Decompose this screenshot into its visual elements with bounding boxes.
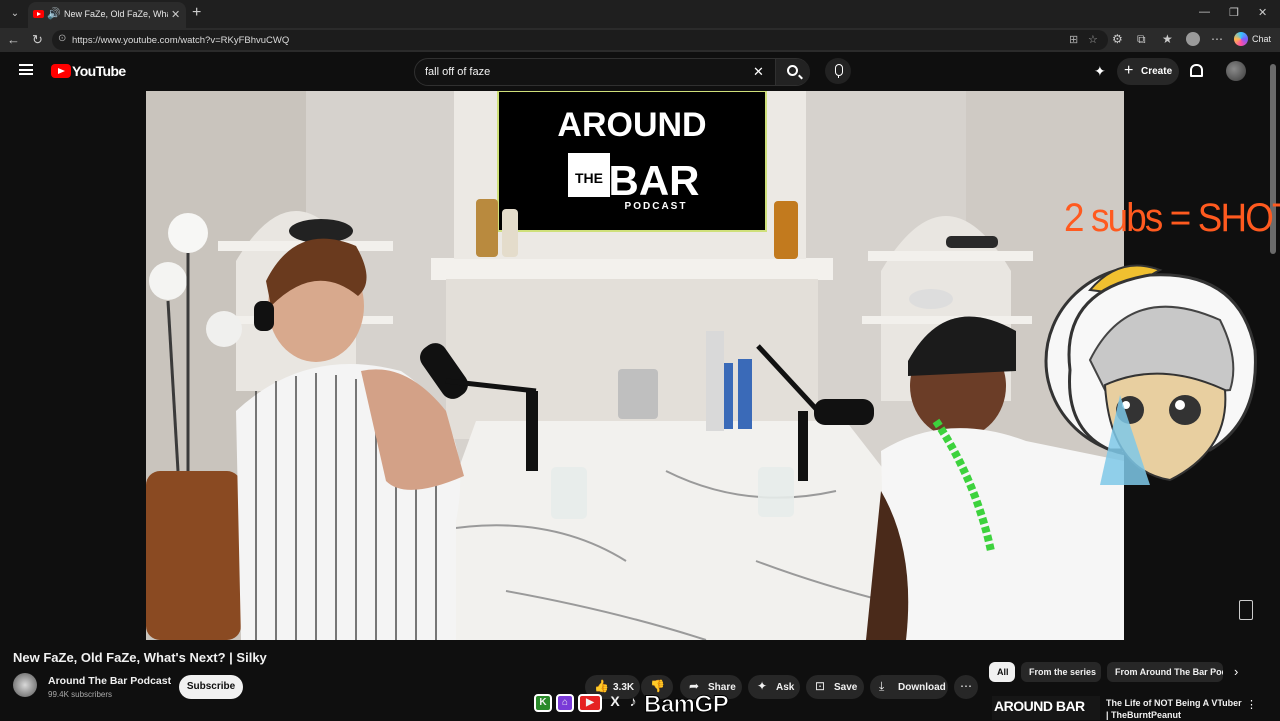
plus-icon: +	[1124, 62, 1134, 79]
channel-avatar[interactable]	[13, 673, 37, 697]
favorite-star-icon[interactable]: ☆	[1088, 33, 1098, 46]
search-box[interactable]: fall off of faze ✕	[414, 58, 810, 86]
close-window-button[interactable]: ✕	[1258, 6, 1267, 19]
tv-text-bar: BAR	[609, 157, 700, 204]
download-icon: ⤓	[879, 679, 885, 693]
cartoon-mascot	[1067, 264, 1257, 485]
copilot-chat-button[interactable]: Chat	[1232, 31, 1276, 48]
url-text: https://www.youtube.com/watch?v=RKyFBhvu…	[72, 35, 290, 46]
youtube-favicon-icon	[33, 10, 44, 18]
tiktok-icon: ♪	[629, 693, 637, 709]
chip-from-channel[interactable]: From Around The Bar Podcast	[1107, 662, 1223, 682]
close-tab-icon[interactable]: ✕	[171, 8, 180, 21]
ask-label: Ask	[776, 682, 795, 693]
channel-name[interactable]: Around The Bar Podcast	[48, 675, 171, 687]
video-frame: AROUND THE BAR PODCAST	[146, 91, 1124, 640]
restore-button[interactable]: ❐	[1229, 6, 1239, 19]
bookmark-icon: ⊡	[815, 679, 826, 693]
create-label: Create	[1141, 66, 1173, 77]
address-bar[interactable]: ⊙ https://www.youtube.com/watch?v=RKyFBh…	[52, 30, 1108, 50]
tab-title: New FaZe, Old FaZe, What's Next? | Silky…	[64, 9, 168, 19]
account-avatar[interactable]	[1226, 61, 1246, 81]
guide-menu-icon[interactable]	[19, 64, 33, 75]
browser-profile-avatar[interactable]	[1186, 32, 1200, 46]
premium-sparkle-icon[interactable]: ✦	[1094, 63, 1106, 80]
copilot-icon	[1234, 32, 1248, 46]
streamer-name: BamGP	[643, 691, 729, 719]
ask-button[interactable]: ✦ Ask	[748, 675, 800, 699]
address-toolbar: ← ↻ ⊙ https://www.youtube.com/watch?v=RK…	[0, 28, 1280, 52]
search-input[interactable]: fall off of faze	[425, 66, 490, 78]
x-icon: X	[610, 693, 620, 709]
favorites-icon[interactable]: ★	[1162, 32, 1173, 46]
tv-text-around: AROUND	[557, 106, 706, 144]
save-label: Save	[834, 682, 858, 693]
reader-mode-icon[interactable]: ⊞	[1069, 33, 1078, 46]
browser-tab[interactable]: 🔊 New FaZe, Old FaZe, What's Next? | Sil…	[28, 2, 186, 28]
video-title: New FaZe, Old FaZe, What's Next? | Silky	[13, 650, 267, 665]
tv-text-podcast: PODCAST	[625, 201, 688, 212]
subscriber-count: 99.4K subscribers	[48, 690, 113, 699]
chevron-right-icon[interactable]: ›	[1234, 664, 1238, 679]
extensions-icon[interactable]: ⚙	[1112, 32, 1123, 46]
youtube-logo-icon[interactable]	[51, 64, 71, 78]
youtube-wordmark[interactable]: YouTube	[72, 63, 126, 79]
chip-all[interactable]: All	[989, 662, 1015, 682]
sparkle-icon: ✦	[757, 679, 768, 693]
recommendation-title[interactable]: The Life of NOT Being A VTuber | TheBurn…	[1106, 697, 1242, 721]
site-info-icon[interactable]: ⊙	[58, 33, 66, 44]
recommendation-thumb-text: AROUND BAR	[994, 698, 1085, 714]
more-menu-icon[interactable]: ⋯	[1211, 32, 1223, 46]
search-icon	[787, 65, 798, 76]
download-button[interactable]: ⤓ Download	[870, 675, 948, 699]
browser-titlebar: ⌄ 🔊 New FaZe, Old FaZe, What's Next? | S…	[0, 0, 1280, 28]
more-actions-icon[interactable]: ⋯	[954, 675, 978, 699]
cup-icon[interactable]	[1239, 600, 1253, 620]
split-screen-icon[interactable]: ⧉	[1137, 32, 1146, 47]
chat-label: Chat	[1252, 34, 1272, 44]
voice-search-icon[interactable]	[825, 58, 851, 84]
minimize-button[interactable]: —	[1199, 6, 1210, 18]
back-icon[interactable]: ←	[7, 32, 20, 47]
subscribe-button[interactable]: Subscribe	[179, 675, 243, 699]
notifications-bell-icon[interactable]	[1190, 64, 1203, 77]
streamer-watermark: K ⌂ ▶ X ♪ BamGP	[532, 690, 752, 719]
recommendation-thumbnail[interactable]: AROUND BAR	[992, 696, 1100, 720]
recommendation-menu-icon[interactable]: ⋮	[1246, 698, 1257, 711]
download-label: Download	[898, 682, 946, 693]
search-button[interactable]	[775, 59, 810, 85]
tv-text-the: THE	[575, 170, 603, 186]
youtube-icon: ▶	[578, 694, 602, 712]
create-button[interactable]: + Create	[1117, 58, 1179, 85]
speaker-icon[interactable]: 🔊	[47, 7, 61, 21]
chip-from-series[interactable]: From the series	[1021, 662, 1101, 682]
video-player[interactable]: AROUND THE BAR PODCAST	[146, 91, 1124, 640]
save-button[interactable]: ⊡ Save	[806, 675, 864, 699]
tab-list-button[interactable]: ⌄	[6, 5, 24, 23]
reload-icon[interactable]: ↻	[32, 32, 43, 48]
kick-icon: K	[534, 694, 552, 712]
shot-overlay-label: 2 subs = SHOT	[1064, 196, 1280, 240]
new-tab-button[interactable]: +	[192, 4, 201, 22]
clear-search-icon[interactable]: ✕	[753, 64, 764, 80]
twitch-icon: ⌂	[556, 694, 574, 712]
youtube-header: YouTube fall off of faze ✕ ✦ + Create	[0, 52, 1280, 91]
